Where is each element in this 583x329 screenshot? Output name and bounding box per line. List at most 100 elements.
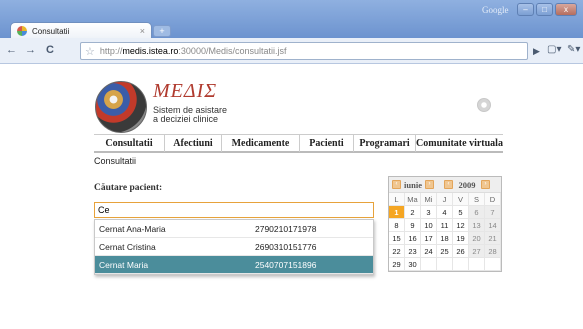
tab-title: Consultatii	[32, 26, 70, 36]
calendar-day[interactable]: 12	[453, 219, 469, 232]
suggestion-name: Cernat Ana-Maria	[99, 224, 166, 234]
calendar-day[interactable]: 1	[389, 206, 405, 219]
tab-consultatii[interactable]: Consultatii ×	[10, 22, 152, 39]
calendar-day[interactable]: 15	[389, 232, 405, 245]
patient-search-input[interactable]	[94, 202, 374, 218]
calendar-day[interactable]: 30	[405, 258, 421, 271]
calendar-day[interactable]: 4	[437, 206, 453, 219]
menu-item-medicamente[interactable]: Medicamente	[222, 135, 300, 152]
calendar-day[interactable]: 21	[485, 232, 501, 245]
calendar-day[interactable]: 3	[421, 206, 437, 219]
app-logo-title: ΜΕΔΙΣ	[153, 80, 218, 102]
menu-item-comunitate[interactable]: Comunitate virtuala	[416, 135, 503, 152]
prev-month-button[interactable]: ‹	[392, 180, 401, 189]
maximize-button[interactable]: □	[536, 3, 553, 16]
browser-toolbar: ← → C ☆ http:// medis.istea.ro :30000/Me…	[0, 38, 583, 64]
suggestion-name: Cernat Cristina	[99, 242, 156, 252]
minimize-button[interactable]: –	[517, 3, 534, 16]
calendar-day[interactable]: 29	[389, 258, 405, 271]
settings-icon[interactable]	[477, 98, 491, 112]
address-bar[interactable]: ☆ http:// medis.istea.ro :30000/Medis/co…	[80, 42, 528, 60]
calendar-day[interactable]: 9	[405, 219, 421, 232]
calendar-row: 29 30	[389, 258, 501, 271]
calendar-day[interactable]: 13	[469, 219, 485, 232]
calendar-day[interactable]: 5	[453, 206, 469, 219]
calendar-widget: ‹ iunie › ‹ 2009 › L Ma Mi J V S D 1 2 3 4 5 6 7 8 9 10 1…	[388, 176, 502, 272]
calendar-day[interactable]: 18	[437, 232, 453, 245]
url-prefix: http://	[99, 46, 123, 56]
suggestion-code: 2790210171978	[255, 224, 317, 234]
calendar-weekday: S	[469, 193, 485, 206]
calendar-empty-cell	[453, 258, 469, 271]
calendar-weekday: Mi	[421, 193, 437, 206]
calendar-day[interactable]: 17	[421, 232, 437, 245]
calendar-row: 15 16 17 18 19 20 21	[389, 232, 501, 245]
reload-button[interactable]: C	[46, 44, 54, 56]
calendar-day[interactable]: 23	[405, 245, 421, 258]
calendar-empty-cell	[469, 258, 485, 271]
back-button[interactable]: ←	[6, 44, 17, 56]
calendar-day[interactable]: 8	[389, 219, 405, 232]
calendar-day[interactable]: 27	[469, 245, 485, 258]
menu-item-pacienti[interactable]: Pacienti	[300, 135, 354, 152]
calendar-day[interactable]: 6	[469, 206, 485, 219]
url-path: :30000/Medis/consultatii.jsf	[178, 46, 287, 56]
page-menu-icon[interactable]: ▢▾	[547, 44, 561, 55]
calendar-month: iunie	[404, 179, 422, 190]
calendar-weekday: V	[453, 193, 469, 206]
calendar-day[interactable]: 20	[469, 232, 485, 245]
suggestion-item[interactable]: Cernat Ana-Maria 2790210171978	[95, 220, 373, 238]
calendar-day[interactable]: 10	[421, 219, 437, 232]
calendar-row: 22 23 24 25 26 27 28	[389, 245, 501, 258]
calendar-day[interactable]: 14	[485, 219, 501, 232]
calendar-grid: L Ma Mi J V S D 1 2 3 4 5 6 7 8 9 10 11 12 13 14 15 16 17 18 19 20…	[389, 193, 501, 271]
calendar-day[interactable]: 19	[453, 232, 469, 245]
suggestion-code: 2690310151776	[255, 242, 317, 252]
suggestion-item[interactable]: Cernat Cristina 2690310151776	[95, 238, 373, 256]
main-menu: Consultatii Afectiuni Medicamente Pacien…	[94, 134, 503, 153]
calendar-day[interactable]: 16	[405, 232, 421, 245]
calendar-empty-cell	[485, 258, 501, 271]
app-subtitle-line2: a deciziei clinice	[153, 114, 219, 124]
next-month-button[interactable]: ›	[425, 180, 434, 189]
tab-close-icon[interactable]: ×	[140, 26, 145, 36]
calendar-day[interactable]: 7	[485, 206, 501, 219]
search-label: Căutare pacient:	[94, 183, 163, 193]
go-icon[interactable]: ▶	[533, 46, 540, 57]
breadcrumb: Consultatii	[94, 156, 137, 166]
wrench-icon[interactable]: ✎▾	[567, 44, 580, 55]
calendar-weekday: L	[389, 193, 405, 206]
calendar-day[interactable]: 2	[405, 206, 421, 219]
menu-item-afectiuni[interactable]: Afectiuni	[165, 135, 222, 152]
browser-titlebar: Google – □ x Consultatii × +	[0, 0, 583, 39]
calendar-weekday: Ma	[405, 193, 421, 206]
suggestion-item-selected[interactable]: Cernat Maria 2540707151896	[95, 256, 373, 274]
menu-item-consultatii[interactable]: Consultatii	[94, 135, 165, 152]
calendar-empty-cell	[437, 258, 453, 271]
page-content: ΜΕΔΙΣ Sistem de asistare a deciziei clin…	[0, 65, 583, 329]
calendar-day[interactable]: 28	[485, 245, 501, 258]
forward-button[interactable]: →	[25, 44, 36, 56]
calendar-day[interactable]: 11	[437, 219, 453, 232]
suggestion-code: 2540707151896	[255, 260, 317, 270]
google-label: Google	[482, 5, 509, 15]
calendar-header: ‹ iunie › ‹ 2009 ›	[389, 177, 501, 193]
suggestion-name: Cernat Maria	[99, 260, 149, 270]
menu-item-programari[interactable]: Programari	[354, 135, 416, 152]
url-host: medis.istea.ro	[122, 46, 179, 56]
next-year-button[interactable]: ›	[481, 180, 490, 189]
prev-year-button[interactable]: ‹	[444, 180, 453, 189]
star-icon[interactable]: ☆	[85, 45, 95, 58]
favicon-icon	[17, 26, 27, 36]
calendar-day[interactable]: 24	[421, 245, 437, 258]
calendar-day[interactable]: 22	[389, 245, 405, 258]
autocomplete-list: Cernat Ana-Maria 2790210171978 Cernat Cr…	[94, 219, 374, 275]
calendar-row: L Ma Mi J V S D	[389, 193, 501, 206]
calendar-weekday: J	[437, 193, 453, 206]
close-window-button[interactable]: x	[555, 3, 577, 16]
calendar-day[interactable]: 26	[453, 245, 469, 258]
calendar-empty-cell	[421, 258, 437, 271]
calendar-day[interactable]: 25	[437, 245, 453, 258]
calendar-year: 2009	[458, 179, 476, 190]
new-tab-button[interactable]: +	[153, 25, 171, 37]
